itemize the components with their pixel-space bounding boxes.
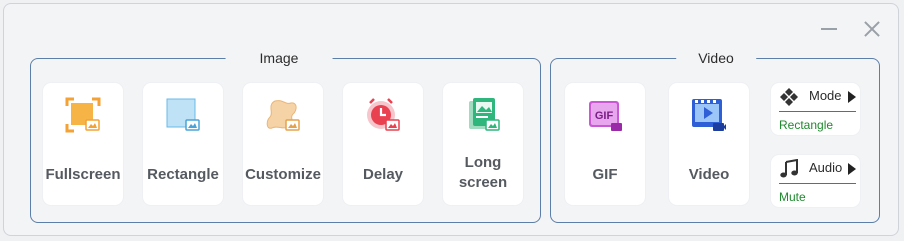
rectangle-capture-icon	[166, 98, 200, 131]
customize-label: Customize	[245, 166, 321, 183]
rectangle-label: Rectangle	[147, 166, 219, 183]
long-screen-button[interactable]: Long screen	[443, 83, 523, 205]
fullscreen-button[interactable]: Fullscreen	[43, 83, 123, 205]
audio-name: Audio	[809, 160, 843, 175]
mode-selector[interactable]: Mode Rectangle	[771, 83, 860, 135]
delay-capture-icon	[367, 98, 400, 131]
gif-label: GIF	[592, 166, 618, 183]
svg-text:GIF: GIF	[595, 110, 614, 122]
video-group: Video GIF GIF Video Mode Rectangle Audio…	[550, 49, 880, 223]
customize-capture-icon	[266, 100, 300, 131]
image-group-title: Image	[225, 49, 333, 67]
capture-toolbar-window: Image Fullscreen Rectangle Customize Del…	[3, 3, 899, 236]
fullscreen-label: Fullscreen	[45, 166, 121, 183]
mode-value: Rectangle	[779, 118, 834, 132]
close-button[interactable]	[861, 18, 883, 40]
customize-button[interactable]: Customize	[243, 83, 323, 205]
audio-arrow-icon	[848, 163, 856, 175]
audio-value: Mute	[779, 190, 806, 204]
video-button[interactable]: Video	[669, 83, 749, 205]
long-screen-label-line2: screen	[458, 174, 508, 191]
minimize-button[interactable]	[819, 18, 841, 40]
video-record-icon	[692, 99, 726, 131]
music-note-icon	[780, 159, 798, 178]
video-group-title: Video	[676, 49, 756, 67]
long-screen-label-line1: Long	[464, 154, 502, 171]
rectangle-button[interactable]: Rectangle	[143, 83, 223, 205]
fullscreen-capture-icon	[65, 97, 101, 133]
gif-button[interactable]: GIF GIF	[565, 83, 645, 205]
mode-icon	[780, 88, 798, 106]
gif-record-icon: GIF	[589, 101, 622, 131]
mode-divider	[779, 111, 856, 112]
long-screen-label: Long screen	[443, 153, 523, 193]
mode-arrow-icon	[848, 91, 856, 103]
image-group: Image Fullscreen Rectangle Customize Del…	[30, 49, 541, 223]
delay-label: Delay	[362, 166, 404, 183]
audio-selector[interactable]: Audio Mute	[771, 155, 860, 207]
audio-divider	[779, 183, 856, 184]
mode-name: Mode	[809, 88, 842, 103]
long-screen-capture-icon	[469, 98, 500, 131]
delay-button[interactable]: Delay	[343, 83, 423, 205]
video-label: Video	[688, 166, 730, 183]
